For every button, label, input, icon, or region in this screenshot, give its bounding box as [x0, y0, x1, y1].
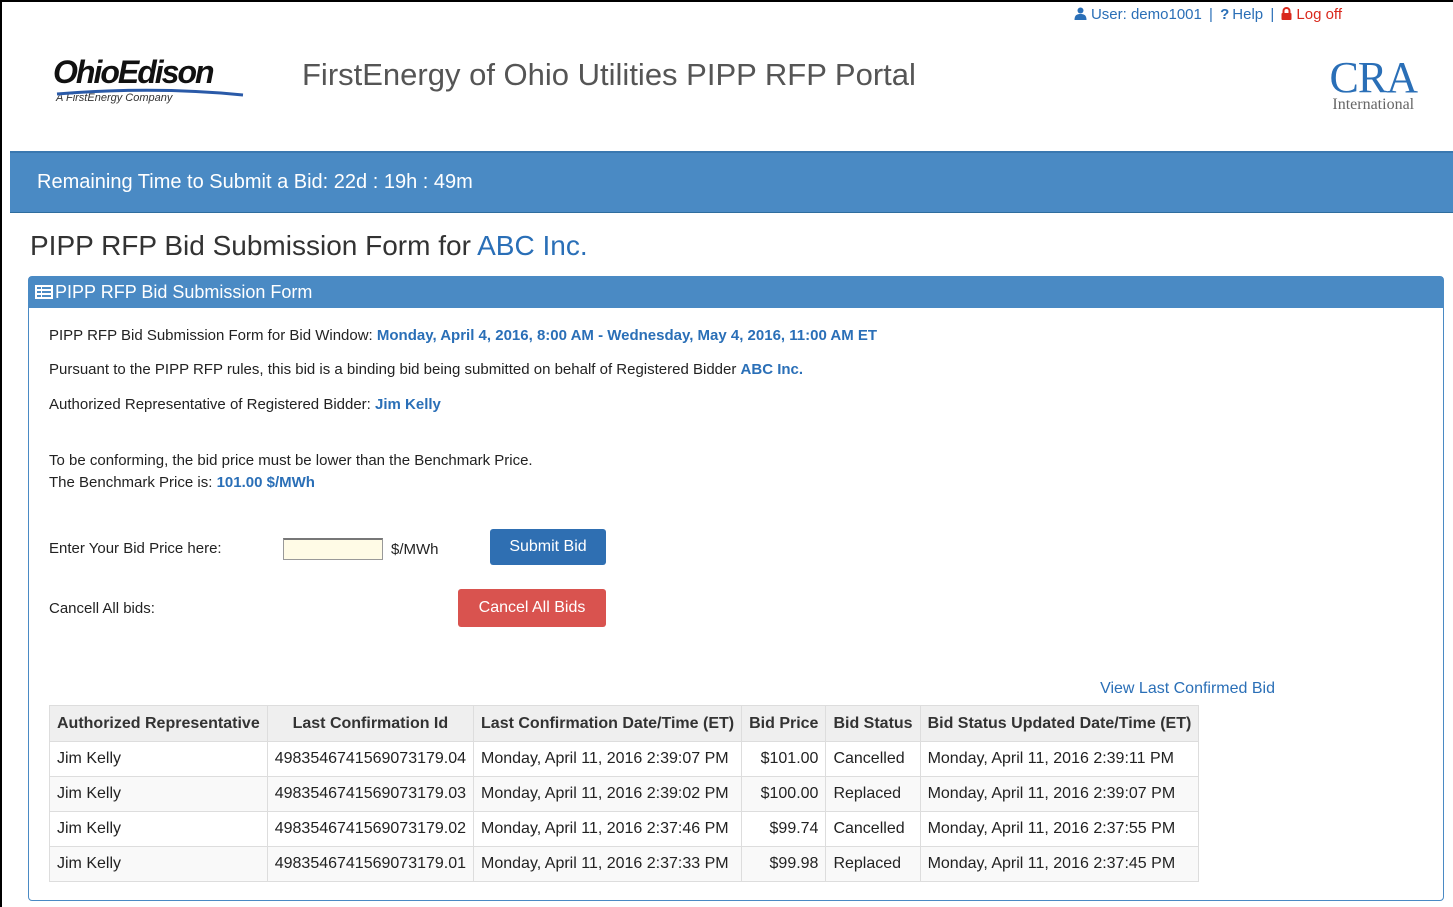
cell-representative: Jim Kelly — [49, 776, 268, 812]
user-icon — [1074, 7, 1087, 20]
bid-window-label: PIPP RFP Bid Submission Form for Bid Win… — [49, 327, 377, 344]
col-header: Bid Price — [741, 705, 827, 742]
cell-bid-price: $100.00 — [741, 776, 827, 812]
col-header: Bid Status Updated Date/Time (ET) — [919, 705, 1200, 742]
cell-representative: Jim Kelly — [49, 846, 268, 882]
cell-confirmation-id: 4983546741569073179.02 — [266, 811, 475, 847]
countdown-text: Remaining Time to Submit a Bid: 22d : 19… — [37, 171, 473, 193]
pursuant-line: Pursuant to the PIPP RFP rules, this bid… — [49, 361, 803, 378]
bid-price-label: Enter Your Bid Price here: — [49, 540, 222, 557]
bids-table: Authorized Representative Last Confirmat… — [49, 705, 1200, 882]
pursuant-label: Pursuant to the PIPP RFP rules, this bid… — [49, 361, 741, 378]
table-header-row: Authorized Representative Last Confirmat… — [49, 705, 1200, 742]
cra-logo-subtext: International — [1332, 96, 1415, 113]
cell-status-updated: Monday, April 11, 2016 2:39:07 PM — [919, 776, 1200, 812]
cell-bid-status: Cancelled — [825, 811, 921, 847]
help-label: Help — [1232, 6, 1264, 23]
cancel-all-label: Cancell All bids: — [49, 600, 155, 617]
representative-line: Authorized Representative of Registered … — [49, 396, 441, 413]
separator: | — [1209, 6, 1213, 23]
table-row: Jim Kelly 4983546741569073179.03 Monday,… — [49, 776, 1200, 812]
cell-bid-price: $99.74 — [741, 811, 827, 847]
help-link[interactable]: ? Help — [1220, 6, 1263, 23]
logoff-link[interactable]: Log off — [1281, 6, 1342, 23]
benchmark-value: 101.00 $/MWh — [216, 474, 315, 491]
cell-confirmation-time: Monday, April 11, 2016 2:37:46 PM — [473, 811, 743, 847]
separator: | — [1270, 6, 1275, 23]
cell-status-updated: Monday, April 11, 2016 2:39:11 PM — [919, 741, 1200, 777]
col-header: Last Confirmation Id — [266, 705, 475, 742]
cell-confirmation-time: Monday, April 11, 2016 2:37:33 PM — [473, 846, 743, 882]
page-title-company: ABC Inc. — [477, 230, 588, 261]
bid-unit-label: $/MWh — [391, 541, 439, 558]
table-row: Jim Kelly 4983546741569073179.04 Monday,… — [49, 741, 1200, 777]
lock-icon — [1281, 7, 1292, 20]
countdown-banner: Remaining Time to Submit a Bid: 22d : 19… — [10, 151, 1453, 213]
user-label: User: demo1001 — [1090, 6, 1202, 23]
cell-confirmation-id: 4983546741569073179.01 — [266, 846, 475, 882]
conforming-text: To be conforming, the bid price must be … — [49, 452, 533, 469]
benchmark-label: The Benchmark Price is: — [49, 474, 217, 491]
col-header: Authorized Representative — [49, 705, 268, 742]
page-title-prefix: PIPP RFP Bid Submission Form for — [30, 230, 478, 261]
cra-logo-text: CRA — [1329, 53, 1418, 102]
logoff-label: Log off — [1296, 6, 1342, 23]
form-icon — [35, 285, 53, 299]
user-bar: User: demo1001 | ? Help | Log off — [1074, 6, 1342, 23]
cell-bid-status: Replaced — [825, 846, 921, 882]
cell-bid-status: Replaced — [825, 776, 921, 812]
pursuant-value: ABC Inc. — [740, 361, 804, 378]
table-row: Jim Kelly 4983546741569073179.02 Monday,… — [49, 811, 1200, 847]
cra-logo: CRA International — [1329, 53, 1418, 114]
col-header: Bid Status — [825, 705, 921, 742]
cell-confirmation-id: 4983546741569073179.04 — [266, 741, 475, 777]
benchmark-line: The Benchmark Price is: 101.00 $/MWh — [49, 474, 315, 491]
cell-bid-price: $99.98 — [741, 846, 827, 882]
representative-value: Jim Kelly — [375, 396, 441, 413]
cell-confirmation-id: 4983546741569073179.03 — [266, 776, 475, 812]
question-icon: ? — [1220, 6, 1230, 23]
representative-label: Authorized Representative of Registered … — [49, 396, 376, 413]
cell-bid-status: Cancelled — [825, 741, 921, 777]
cell-status-updated: Monday, April 11, 2016 2:37:55 PM — [919, 811, 1200, 847]
col-header: Last Confirmation Date/Time (ET) — [473, 705, 743, 742]
cell-bid-price: $101.00 — [741, 741, 827, 777]
page-title: PIPP RFP Bid Submission Form for ABC Inc… — [30, 230, 588, 262]
cell-representative: Jim Kelly — [49, 741, 268, 777]
bid-window-value: Monday, April 4, 2016, 8:00 AM - Wednesd… — [376, 327, 878, 344]
panel-title: PIPP RFP Bid Submission Form — [55, 282, 313, 302]
view-last-confirmed-bid-link[interactable]: View Last Confirmed Bid — [1100, 680, 1275, 698]
cell-confirmation-time: Monday, April 11, 2016 2:39:07 PM — [473, 741, 743, 777]
cell-confirmation-time: Monday, April 11, 2016 2:39:02 PM — [473, 776, 743, 812]
cell-status-updated: Monday, April 11, 2016 2:37:45 PM — [919, 846, 1200, 882]
app-title: FirstEnergy of Ohio Utilities PIPP RFP P… — [302, 57, 916, 92]
submit-bid-button[interactable]: Submit Bid — [490, 529, 606, 565]
table-row: Jim Kelly 4983546741569073179.01 Monday,… — [49, 846, 1200, 882]
logo-swoosh — [56, 88, 244, 97]
user-link[interactable]: User: demo1001 — [1074, 6, 1206, 23]
panel-header: PIPP RFP Bid Submission Form — [29, 277, 1443, 308]
bid-price-input[interactable] — [283, 538, 383, 560]
ohio-edison-logo: OhioEdison A FirstEnergy Company — [53, 56, 253, 116]
cell-representative: Jim Kelly — [49, 811, 268, 847]
bid-form-panel: PIPP RFP Bid Submission Form PIPP RFP Bi… — [28, 276, 1444, 901]
bid-window-line: PIPP RFP Bid Submission Form for Bid Win… — [49, 327, 877, 344]
cancel-all-bids-button[interactable]: Cancel All Bids — [458, 589, 606, 627]
